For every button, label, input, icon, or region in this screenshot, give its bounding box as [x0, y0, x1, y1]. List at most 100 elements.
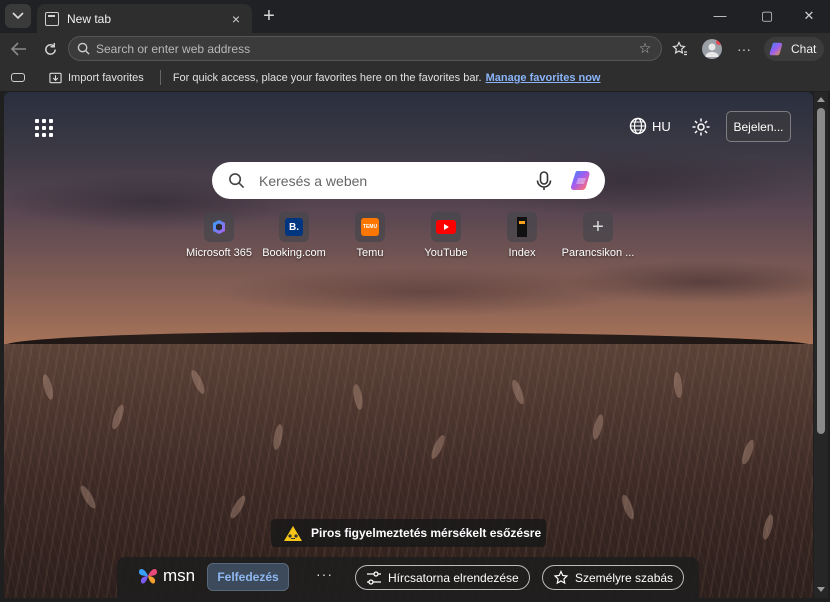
msn-butterfly-icon — [139, 568, 157, 584]
grid-dot — [49, 133, 53, 137]
more-options-button[interactable]: ··· — [316, 566, 333, 582]
quick-link-label: Index — [508, 247, 536, 259]
explore-tab[interactable]: Felfedezés — [207, 563, 289, 591]
refresh-button[interactable] — [39, 38, 61, 60]
copilot-icon — [769, 42, 783, 56]
add-favorite-star-icon[interactable]: ☆ — [635, 40, 655, 57]
wheat-head — [739, 438, 757, 466]
favorites-divider — [159, 70, 161, 85]
wheat-head — [428, 433, 448, 461]
web-search-box[interactable] — [212, 162, 605, 199]
back-arrow-icon — [11, 42, 26, 56]
wheat-head — [509, 378, 527, 406]
quick-link-booking[interactable]: B. Booking.com — [256, 212, 332, 259]
feed-layout-label: Hírcsatorna elrendezése — [388, 570, 519, 585]
grid-dot — [35, 119, 39, 123]
grid-dot — [35, 133, 39, 137]
new-tab-page: HU Bejelen... Microsoft 365 B. — [4, 92, 813, 598]
copilot-chat-button[interactable]: Chat — [764, 37, 824, 61]
scrollbar-thumb[interactable] — [817, 108, 825, 434]
search-icon — [77, 42, 90, 55]
import-icon — [49, 72, 62, 83]
scroll-up-arrow-icon[interactable] — [817, 97, 825, 102]
wheat-head — [228, 493, 248, 521]
wheat-head — [760, 513, 776, 541]
grid-dot — [42, 126, 46, 130]
globe-icon — [629, 117, 647, 135]
quick-link-youtube[interactable]: YouTube — [408, 212, 484, 259]
quick-link-tile — [431, 212, 461, 242]
profile-avatar[interactable] — [702, 39, 722, 59]
back-button[interactable] — [8, 38, 30, 60]
wheat-head — [78, 483, 98, 511]
page-settings-button[interactable] — [691, 117, 711, 137]
sparkle-star-icon — [553, 569, 569, 584]
grid-dot — [42, 133, 46, 137]
quick-link-label: Parancsikon ... — [561, 247, 635, 259]
msn-wordmark: msn — [163, 566, 196, 585]
settings-and-more-button[interactable]: ··· — [734, 39, 754, 59]
copilot-icon[interactable] — [569, 168, 595, 194]
address-bar[interactable]: ☆ — [68, 36, 662, 61]
wheat-head — [271, 423, 285, 451]
temu-icon: TEMU — [361, 218, 379, 236]
language-selector[interactable]: HU — [629, 117, 671, 135]
booking-icon: B. — [285, 218, 303, 236]
weather-alert-banner[interactable]: Piros figyelmeztetés mérsékelt esőzésre — [271, 519, 546, 547]
grid-dot — [35, 126, 39, 130]
notification-dot — [716, 39, 722, 45]
favorites-bar: Import favorites For quick access, place… — [0, 64, 830, 91]
favorites-bar-message: For quick access, place your favorites h… — [172, 71, 482, 84]
msn-feed-bar: msn Felfedezés ··· Hírcsatorna elrendezé… — [117, 557, 699, 598]
feed-layout-button[interactable]: Hírcsatorna elrendezése — [355, 565, 530, 590]
web-search-input[interactable] — [259, 172, 533, 189]
quick-link-label: YouTube — [424, 247, 468, 259]
quick-link-label: Temu — [356, 247, 384, 259]
maximize-button[interactable]: ▢ — [757, 8, 777, 24]
address-input[interactable] — [96, 41, 635, 56]
chevron-down-icon — [12, 12, 24, 20]
quick-link-add-shortcut[interactable]: + Parancsikon ... — [560, 212, 636, 259]
grid-dot — [49, 119, 53, 123]
quick-link-index[interactable]: Index — [484, 212, 560, 259]
app-launcher-grid-icon[interactable] — [35, 119, 53, 137]
minimize-button[interactable]: — — [710, 8, 730, 23]
new-tab-button[interactable]: + — [258, 6, 280, 28]
weather-alert-text: Piros figyelmeztetés mérsékelt esőzésre — [311, 526, 542, 540]
personalize-button[interactable]: Személyre szabás — [542, 565, 685, 590]
manage-favorites-link[interactable]: Manage favorites now — [486, 72, 601, 84]
close-tab-icon[interactable]: × — [228, 11, 244, 27]
quick-link-tile: TEMU — [355, 212, 385, 242]
youtube-icon — [436, 220, 456, 234]
refresh-icon — [44, 42, 56, 55]
wheat-head — [619, 493, 637, 521]
favorites-list-icon — [672, 41, 687, 56]
grid-dot — [42, 119, 46, 123]
search-icon — [229, 173, 245, 189]
gear-icon — [692, 118, 710, 136]
page-scrollbar[interactable] — [814, 92, 828, 598]
tab-title: New tab — [67, 11, 112, 26]
tab-new-tab[interactable]: New tab × — [37, 4, 252, 33]
sliders-icon — [367, 570, 381, 585]
quick-link-tile — [507, 212, 537, 242]
tab-strip: New tab × + — ▢ ✕ — [0, 0, 830, 33]
grid-dot — [49, 126, 53, 130]
close-window-button[interactable]: ✕ — [799, 8, 819, 24]
quick-link-label: Microsoft 365 — [185, 247, 253, 259]
scroll-down-arrow-icon[interactable] — [817, 587, 825, 592]
favorites-button[interactable] — [670, 39, 690, 59]
wheat-head — [188, 368, 208, 396]
tab-actions-menu-button[interactable] — [5, 4, 31, 28]
quick-link-label: Booking.com — [262, 247, 326, 259]
quick-link-temu[interactable]: TEMU Temu — [332, 212, 408, 259]
import-favorites-button[interactable]: Import favorites — [49, 72, 144, 84]
warning-icon — [284, 525, 302, 541]
quick-link-tile — [204, 212, 234, 242]
sign-in-button[interactable]: Bejelen... — [726, 111, 791, 142]
microphone-icon[interactable] — [533, 170, 555, 192]
new-tab-page-icon — [45, 11, 59, 26]
quick-link-microsoft365[interactable]: Microsoft 365 — [181, 212, 257, 259]
wheat-head — [40, 373, 56, 401]
msn-logo[interactable]: msn — [137, 566, 195, 586]
